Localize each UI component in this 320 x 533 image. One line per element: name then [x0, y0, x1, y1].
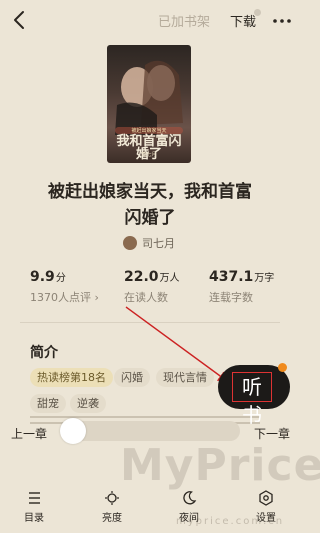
- cover-subtitle: 被赶出娘家当天: [115, 127, 183, 134]
- readers-label: 在读人数: [124, 291, 168, 304]
- listen-notification-dot: [278, 363, 287, 372]
- word-count-unit: 万字: [254, 273, 275, 284]
- toc-button[interactable]: 目录: [14, 490, 54, 524]
- added-to-shelf-label[interactable]: 已加书架: [158, 11, 210, 30]
- download-badge: [254, 9, 261, 16]
- book-title: 被赶出娘家当天，我和首富 闪婚了: [20, 179, 280, 231]
- intro-heading: 简介: [30, 345, 58, 361]
- night-mode-button[interactable]: 夜间: [169, 490, 209, 524]
- listen-label: 听书: [232, 372, 272, 427]
- stat-word-count: 437.1万字 连载字数: [209, 266, 274, 305]
- tag-comeback[interactable]: 逆袭: [70, 394, 106, 413]
- settings-label: 设置: [256, 513, 276, 524]
- moon-icon: [183, 491, 197, 505]
- stat-rating[interactable]: 9.9分 1370人点评 ›: [30, 266, 99, 305]
- more-options-icon[interactable]: [272, 12, 292, 30]
- cover-author: 司七月: [141, 152, 157, 158]
- tag-flash-marriage[interactable]: 闪婚: [114, 368, 150, 387]
- tag-modern-romance[interactable]: 现代言情: [156, 368, 214, 387]
- toc-label: 目录: [24, 513, 44, 524]
- brightness-label: 亮度: [102, 513, 122, 524]
- top-bar: 已加书架 下载: [0, 0, 300, 40]
- word-count-value: 437.1: [209, 269, 254, 285]
- word-count-label: 连载字数: [209, 291, 253, 304]
- rating-value: 9.9: [30, 269, 55, 285]
- settings-button[interactable]: 设置: [246, 490, 286, 524]
- list-icon: [29, 492, 40, 504]
- author-name[interactable]: 司七月: [142, 235, 175, 251]
- tag-hot-rank[interactable]: 热读榜第18名: [30, 368, 113, 387]
- divider: [20, 322, 280, 323]
- rating-unit: 分: [55, 273, 66, 284]
- prev-chapter-button[interactable]: 上一章: [11, 425, 47, 442]
- author-avatar[interactable]: [123, 236, 137, 250]
- brightness-button[interactable]: 亮度: [92, 490, 132, 524]
- readers-value: 22.0: [124, 269, 159, 285]
- download-button[interactable]: 下载: [230, 11, 256, 30]
- stat-readers: 22.0万人 在读人数: [124, 266, 180, 305]
- tag-sweet-pet[interactable]: 甜宠: [30, 394, 66, 413]
- book-cover[interactable]: 被赶出娘家当天 我和首富闪婚了 司七月: [107, 45, 191, 163]
- book-title-line-2: 闪婚了: [124, 208, 176, 228]
- readers-unit: 万人: [159, 273, 180, 284]
- back-arrow-icon[interactable]: [10, 9, 30, 31]
- listen-audiobook-button[interactable]: 听书: [218, 363, 290, 427]
- night-mode-label: 夜间: [179, 513, 199, 524]
- rating-reviews-link[interactable]: 1370人点评 ›: [30, 289, 99, 305]
- chapter-progress-slider[interactable]: [62, 421, 240, 441]
- settings-icon: [259, 490, 273, 506]
- chapter-progress-thumb[interactable]: [60, 418, 86, 444]
- brightness-icon: [105, 491, 119, 505]
- book-title-line-1: 被赶出娘家当天，我和首富: [48, 182, 252, 202]
